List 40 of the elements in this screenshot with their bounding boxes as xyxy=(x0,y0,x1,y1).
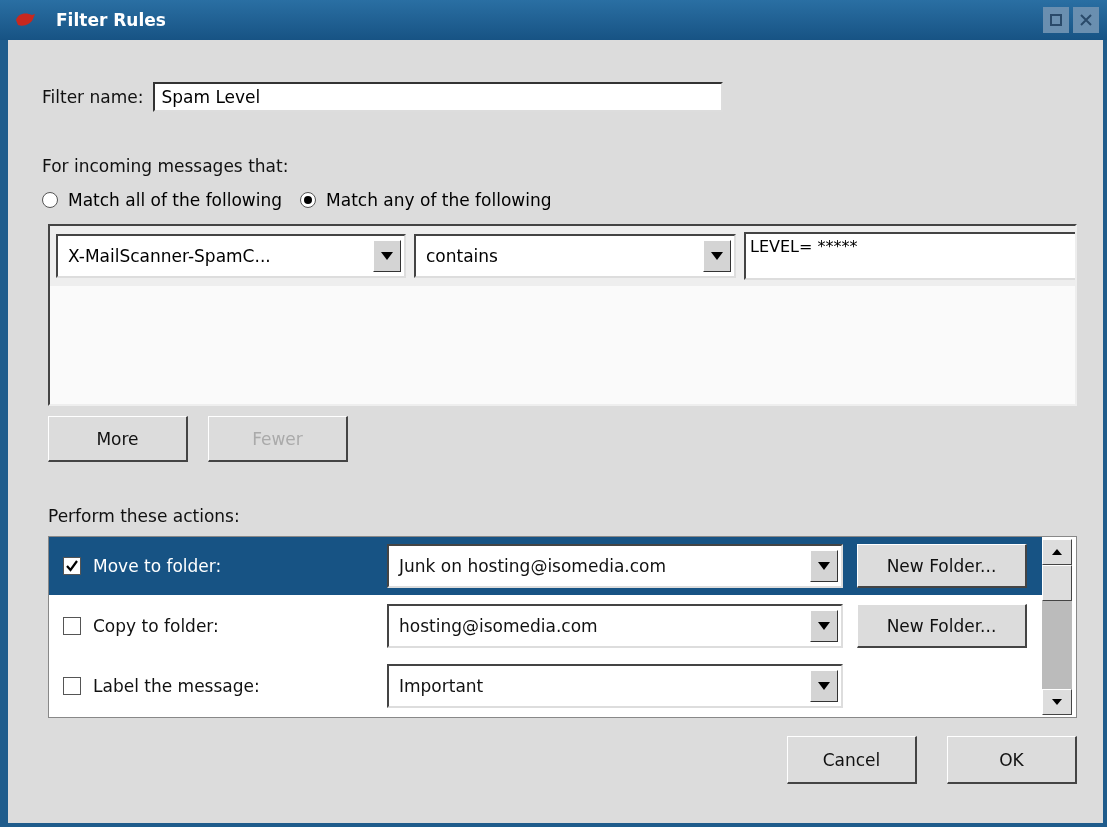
value-field[interactable]: LEVEL= ***** xyxy=(744,232,1075,280)
square-icon xyxy=(1049,13,1063,27)
filter-name-label: Filter name: xyxy=(42,87,144,107)
target-dropdown[interactable]: hosting@isomedia.com xyxy=(387,604,843,648)
target-dropdown[interactable]: Important xyxy=(387,664,843,708)
close-icon xyxy=(1079,13,1093,27)
target-dropdown[interactable]: Junk on hosting@isomedia.com xyxy=(387,544,843,588)
new-folder-button[interactable]: New Folder... xyxy=(857,604,1027,648)
down-arrow-icon xyxy=(1052,699,1062,705)
operator-dropdown[interactable]: contains xyxy=(414,234,736,278)
action-label: Label the message: xyxy=(93,676,260,696)
filter-name-field[interactable]: Spam Level xyxy=(153,82,724,112)
cancel-button[interactable]: Cancel xyxy=(787,736,917,784)
criteria-heading: For incoming messages that: xyxy=(42,156,290,176)
window-title: Filter Rules xyxy=(56,10,167,30)
radio-label[interactable]: Match any of the following xyxy=(326,190,552,210)
checkbox[interactable] xyxy=(63,677,81,695)
checkbox[interactable] xyxy=(63,557,81,575)
caret-icon xyxy=(818,622,830,630)
up-arrow-icon xyxy=(1052,549,1062,555)
scrollbar-thumb[interactable] xyxy=(1042,565,1072,601)
more-button[interactable]: More xyxy=(48,416,188,462)
actions-heading: Perform these actions: xyxy=(48,506,241,526)
close-button[interactable] xyxy=(1073,7,1099,33)
caret-icon xyxy=(711,252,723,260)
checkbox[interactable] xyxy=(63,617,81,635)
action-row[interactable]: Move to folder: Junk on hosting@isomedia.com New Folder... xyxy=(49,537,1042,595)
action-label: Copy to folder: xyxy=(93,616,219,636)
ok-button[interactable]: OK xyxy=(947,736,1077,784)
new-folder-button[interactable]: New Folder... xyxy=(857,544,1027,588)
caret-icon xyxy=(818,682,830,690)
field-dropdown[interactable]: X-MailScanner-SpamC... xyxy=(56,234,406,278)
radio-button[interactable] xyxy=(42,192,58,208)
radio-label[interactable]: Match all of the following xyxy=(68,190,283,210)
caret-icon xyxy=(381,252,393,260)
radio-button[interactable] xyxy=(300,192,317,208)
scrollbar[interactable] xyxy=(1042,539,1072,715)
action-label: Move to folder: xyxy=(93,556,222,576)
maximize-button[interactable] xyxy=(1043,7,1069,33)
caret-icon xyxy=(818,562,830,570)
